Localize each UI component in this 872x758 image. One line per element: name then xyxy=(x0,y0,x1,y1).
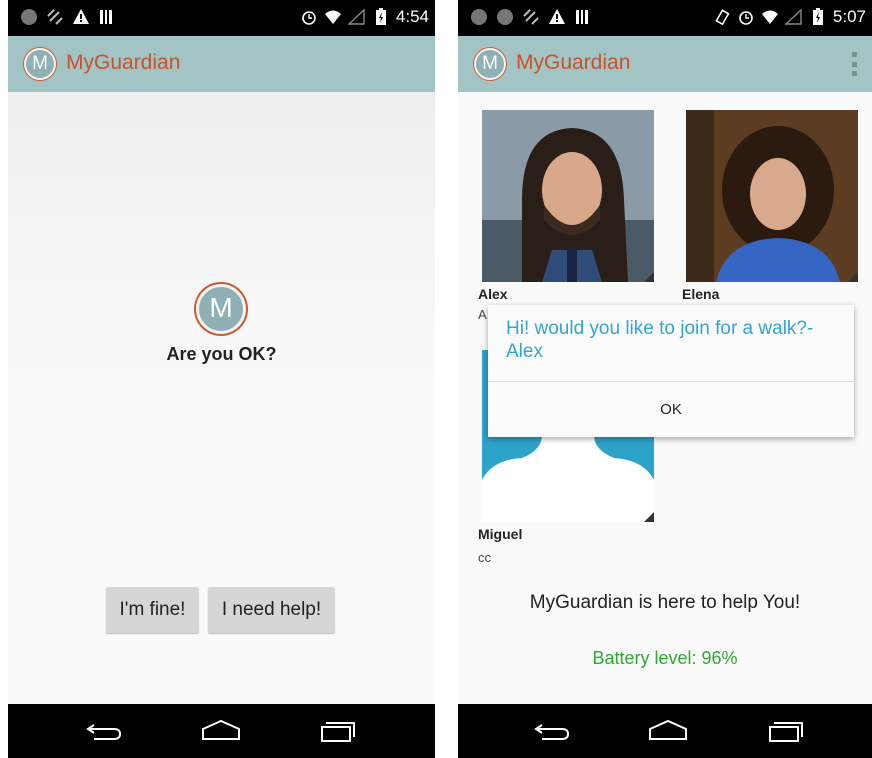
app-title: MyGuardian xyxy=(66,51,181,74)
wifi-icon xyxy=(324,10,341,24)
question-text: Are you OK? xyxy=(166,344,277,364)
signal-icon xyxy=(784,8,802,25)
message-dialog: Hi! would you like to join for a walk?- … xyxy=(488,305,854,437)
alarm-icon xyxy=(739,11,753,25)
app-logo-icon[interactable]: M xyxy=(474,48,506,80)
wifi-icon xyxy=(761,10,778,24)
contact-subtitle: cc xyxy=(478,550,491,565)
alarm-icon xyxy=(302,11,316,25)
app-title: MyGuardian xyxy=(516,51,631,74)
recents-icon[interactable] xyxy=(766,719,806,743)
contact-photo-elena[interactable] xyxy=(686,110,858,282)
signal-icon xyxy=(347,8,365,25)
contact-name: Miguel xyxy=(478,526,523,542)
app-logo-icon[interactable]: M xyxy=(24,48,56,80)
action-bar: M MyGuardian xyxy=(8,36,435,92)
status-time: 5:07 xyxy=(832,7,866,26)
notification-icon xyxy=(497,9,513,25)
battery-icon xyxy=(812,8,823,25)
barcode-icon xyxy=(100,10,112,24)
help-message: MyGuardian is here to help You! xyxy=(529,592,801,613)
status-time: 4:54 xyxy=(395,7,429,26)
main-content: M Are you OK? I'm fine! I need help! xyxy=(8,92,435,704)
app-logo-icon: M xyxy=(196,284,246,334)
contact-name: Alex xyxy=(478,286,508,302)
main-content: Alex A Elena Miguel cc MyGuardian is her… xyxy=(458,92,872,704)
phone-screen-right: 5:07 M MyGuardian Alex A Elena Miguel cc… xyxy=(458,0,872,758)
action-bar: M MyGuardian xyxy=(458,36,872,92)
notification-icon xyxy=(471,9,487,25)
contact-subtitle: A xyxy=(478,307,487,322)
status-bar: 4:54 xyxy=(8,0,435,36)
corner-indicator xyxy=(644,272,654,282)
person-photo-icon xyxy=(482,110,654,282)
status-bar: 5:07 xyxy=(458,0,872,36)
home-icon[interactable] xyxy=(648,719,688,743)
barcode-icon xyxy=(576,10,588,24)
warning-icon xyxy=(73,9,89,24)
dialog-ok-button[interactable]: OK xyxy=(488,382,854,437)
warning-icon xyxy=(549,9,565,24)
back-icon[interactable] xyxy=(532,719,572,743)
overflow-menu-icon[interactable] xyxy=(850,52,858,76)
satellite-icon xyxy=(47,9,63,25)
back-icon[interactable] xyxy=(84,719,124,743)
home-icon[interactable] xyxy=(201,719,241,743)
dialog-message: Hi! would you like to join for a walk?- … xyxy=(506,318,814,362)
contact-name: Elena xyxy=(682,286,720,302)
navigation-bar xyxy=(8,704,435,758)
im-fine-button[interactable]: I'm fine! xyxy=(106,587,199,633)
need-help-button[interactable]: I need help! xyxy=(208,587,335,633)
corner-indicator xyxy=(848,272,858,282)
battery-level: Battery level: 96% xyxy=(592,648,738,668)
notification-icon xyxy=(21,9,37,25)
phone-screen-left: 4:54 M MyGuardian M Are you OK? I'm fine… xyxy=(8,0,435,758)
satellite-icon xyxy=(523,9,539,25)
battery-icon xyxy=(375,8,386,25)
corner-indicator xyxy=(644,512,654,522)
navigation-bar xyxy=(458,704,872,758)
vibrate-icon xyxy=(715,9,730,26)
contact-photo-alex[interactable] xyxy=(482,110,654,282)
recents-icon[interactable] xyxy=(318,719,358,743)
person-photo-icon xyxy=(686,110,858,282)
